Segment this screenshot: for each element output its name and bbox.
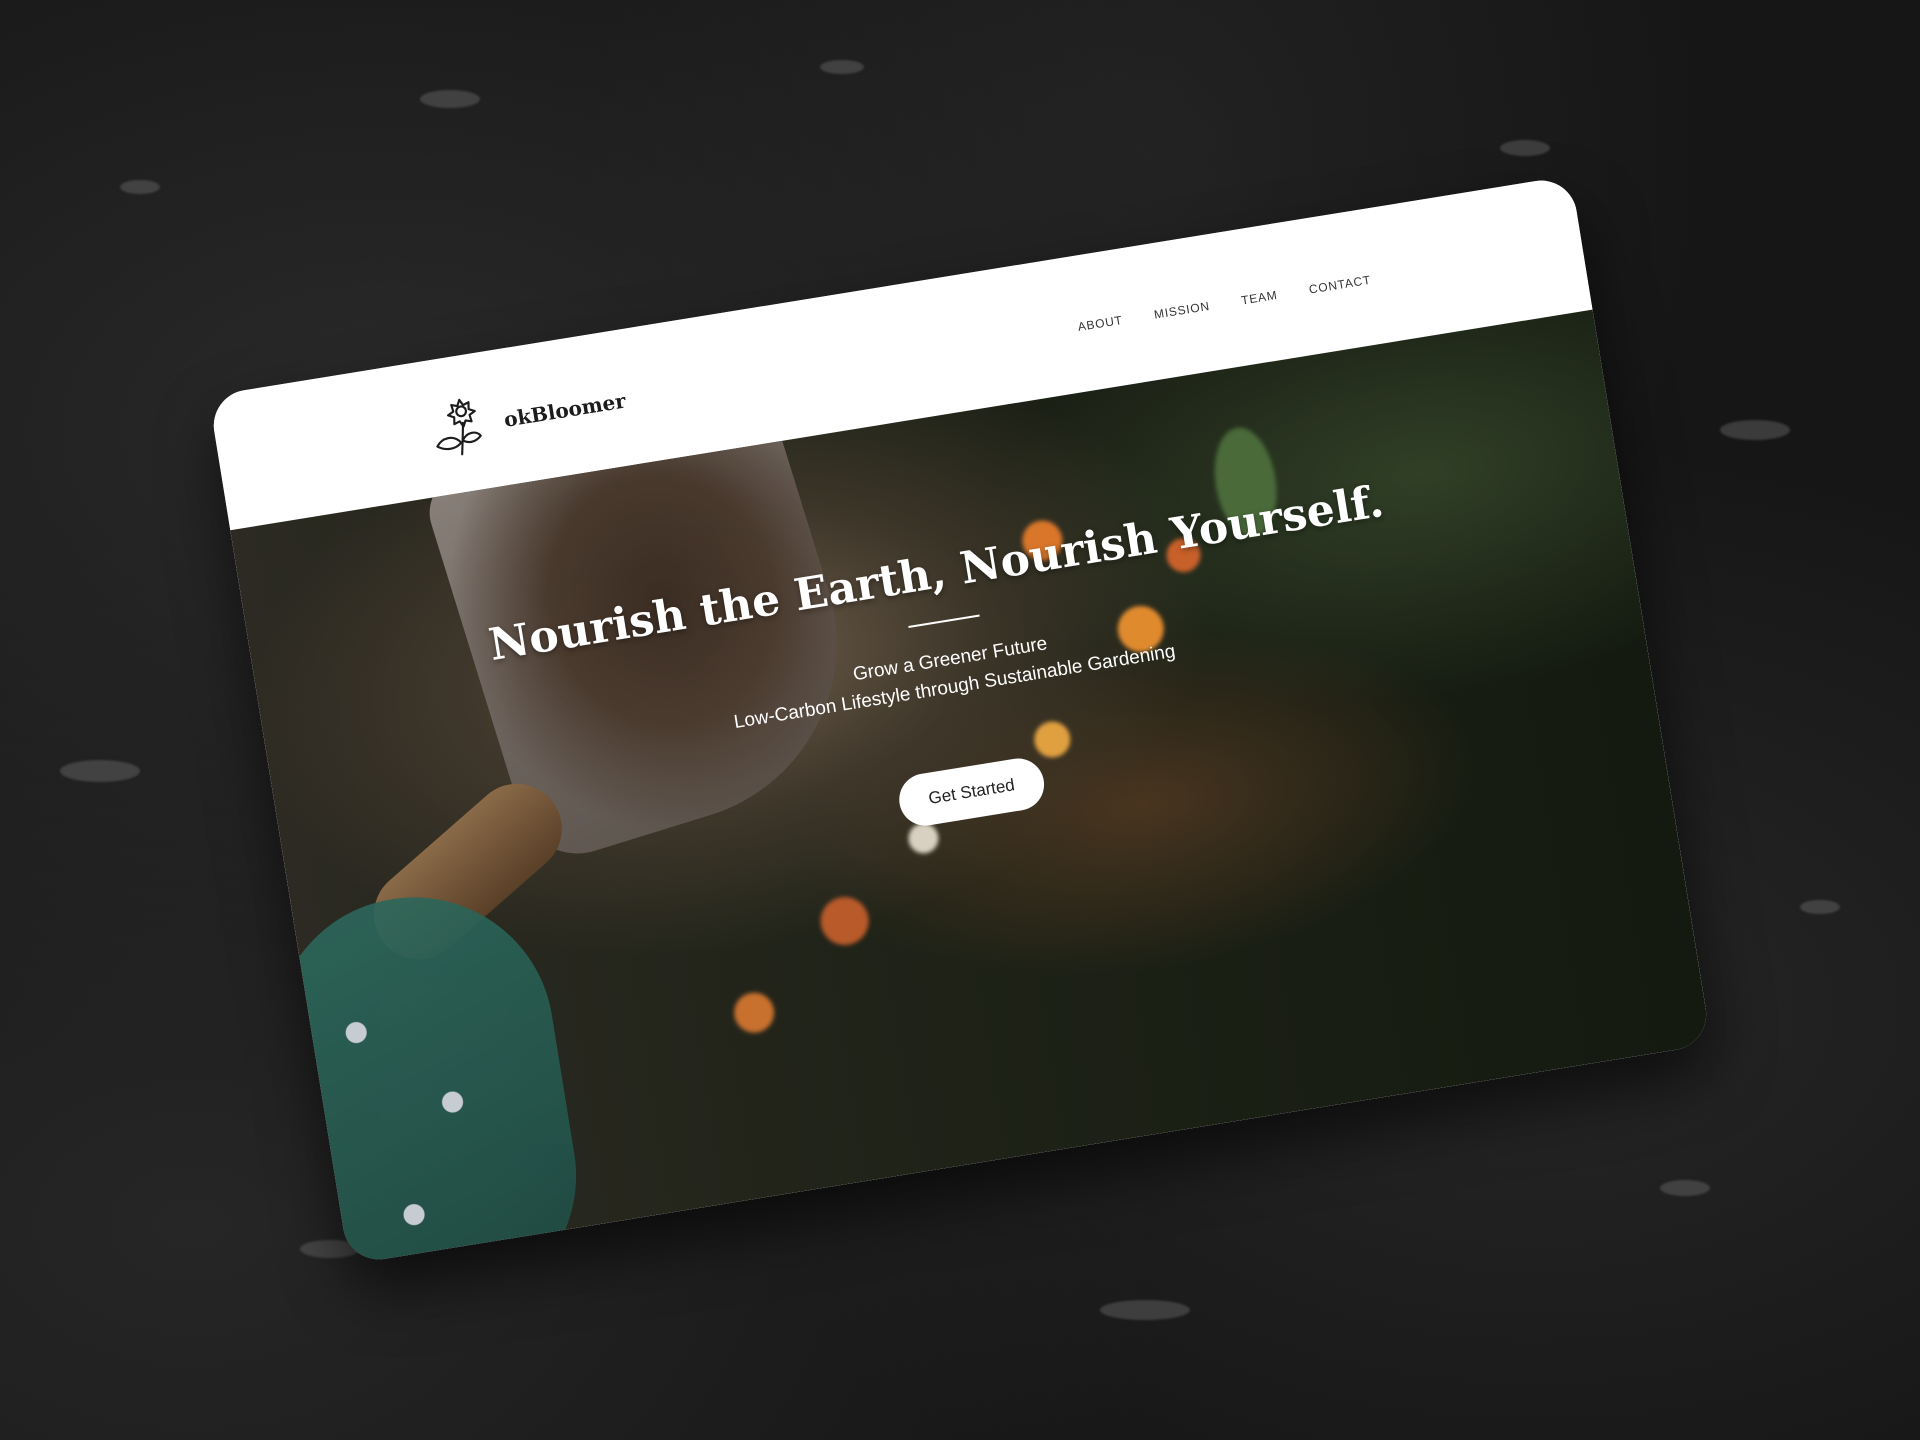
brand-name: okBloomer	[502, 388, 628, 432]
nav-link-about[interactable]: ABOUT	[1077, 313, 1124, 334]
hero-photo-flower	[731, 989, 778, 1036]
hero-divider	[908, 614, 980, 629]
stone-texture	[60, 760, 140, 782]
stone-texture	[1800, 900, 1840, 914]
stone-texture	[820, 60, 864, 74]
nav-link-contact[interactable]: CONTACT	[1308, 273, 1372, 297]
stone-texture	[1660, 1180, 1710, 1196]
nav-link-mission[interactable]: MISSION	[1153, 299, 1211, 322]
hero-photo-flower	[817, 893, 873, 949]
stone-texture	[1100, 1300, 1190, 1320]
stone-texture	[1720, 420, 1790, 440]
get-started-button[interactable]: Get Started	[894, 754, 1049, 830]
stone-texture	[120, 180, 160, 194]
nav-links: ABOUT MISSION TEAM CONTACT	[1045, 273, 1372, 339]
brand[interactable]: okBloomer	[424, 370, 630, 463]
nav-link-team[interactable]: TEAM	[1240, 288, 1278, 308]
flower-icon	[436, 398, 482, 456]
stone-texture	[1500, 140, 1550, 156]
stone-texture	[420, 90, 480, 108]
